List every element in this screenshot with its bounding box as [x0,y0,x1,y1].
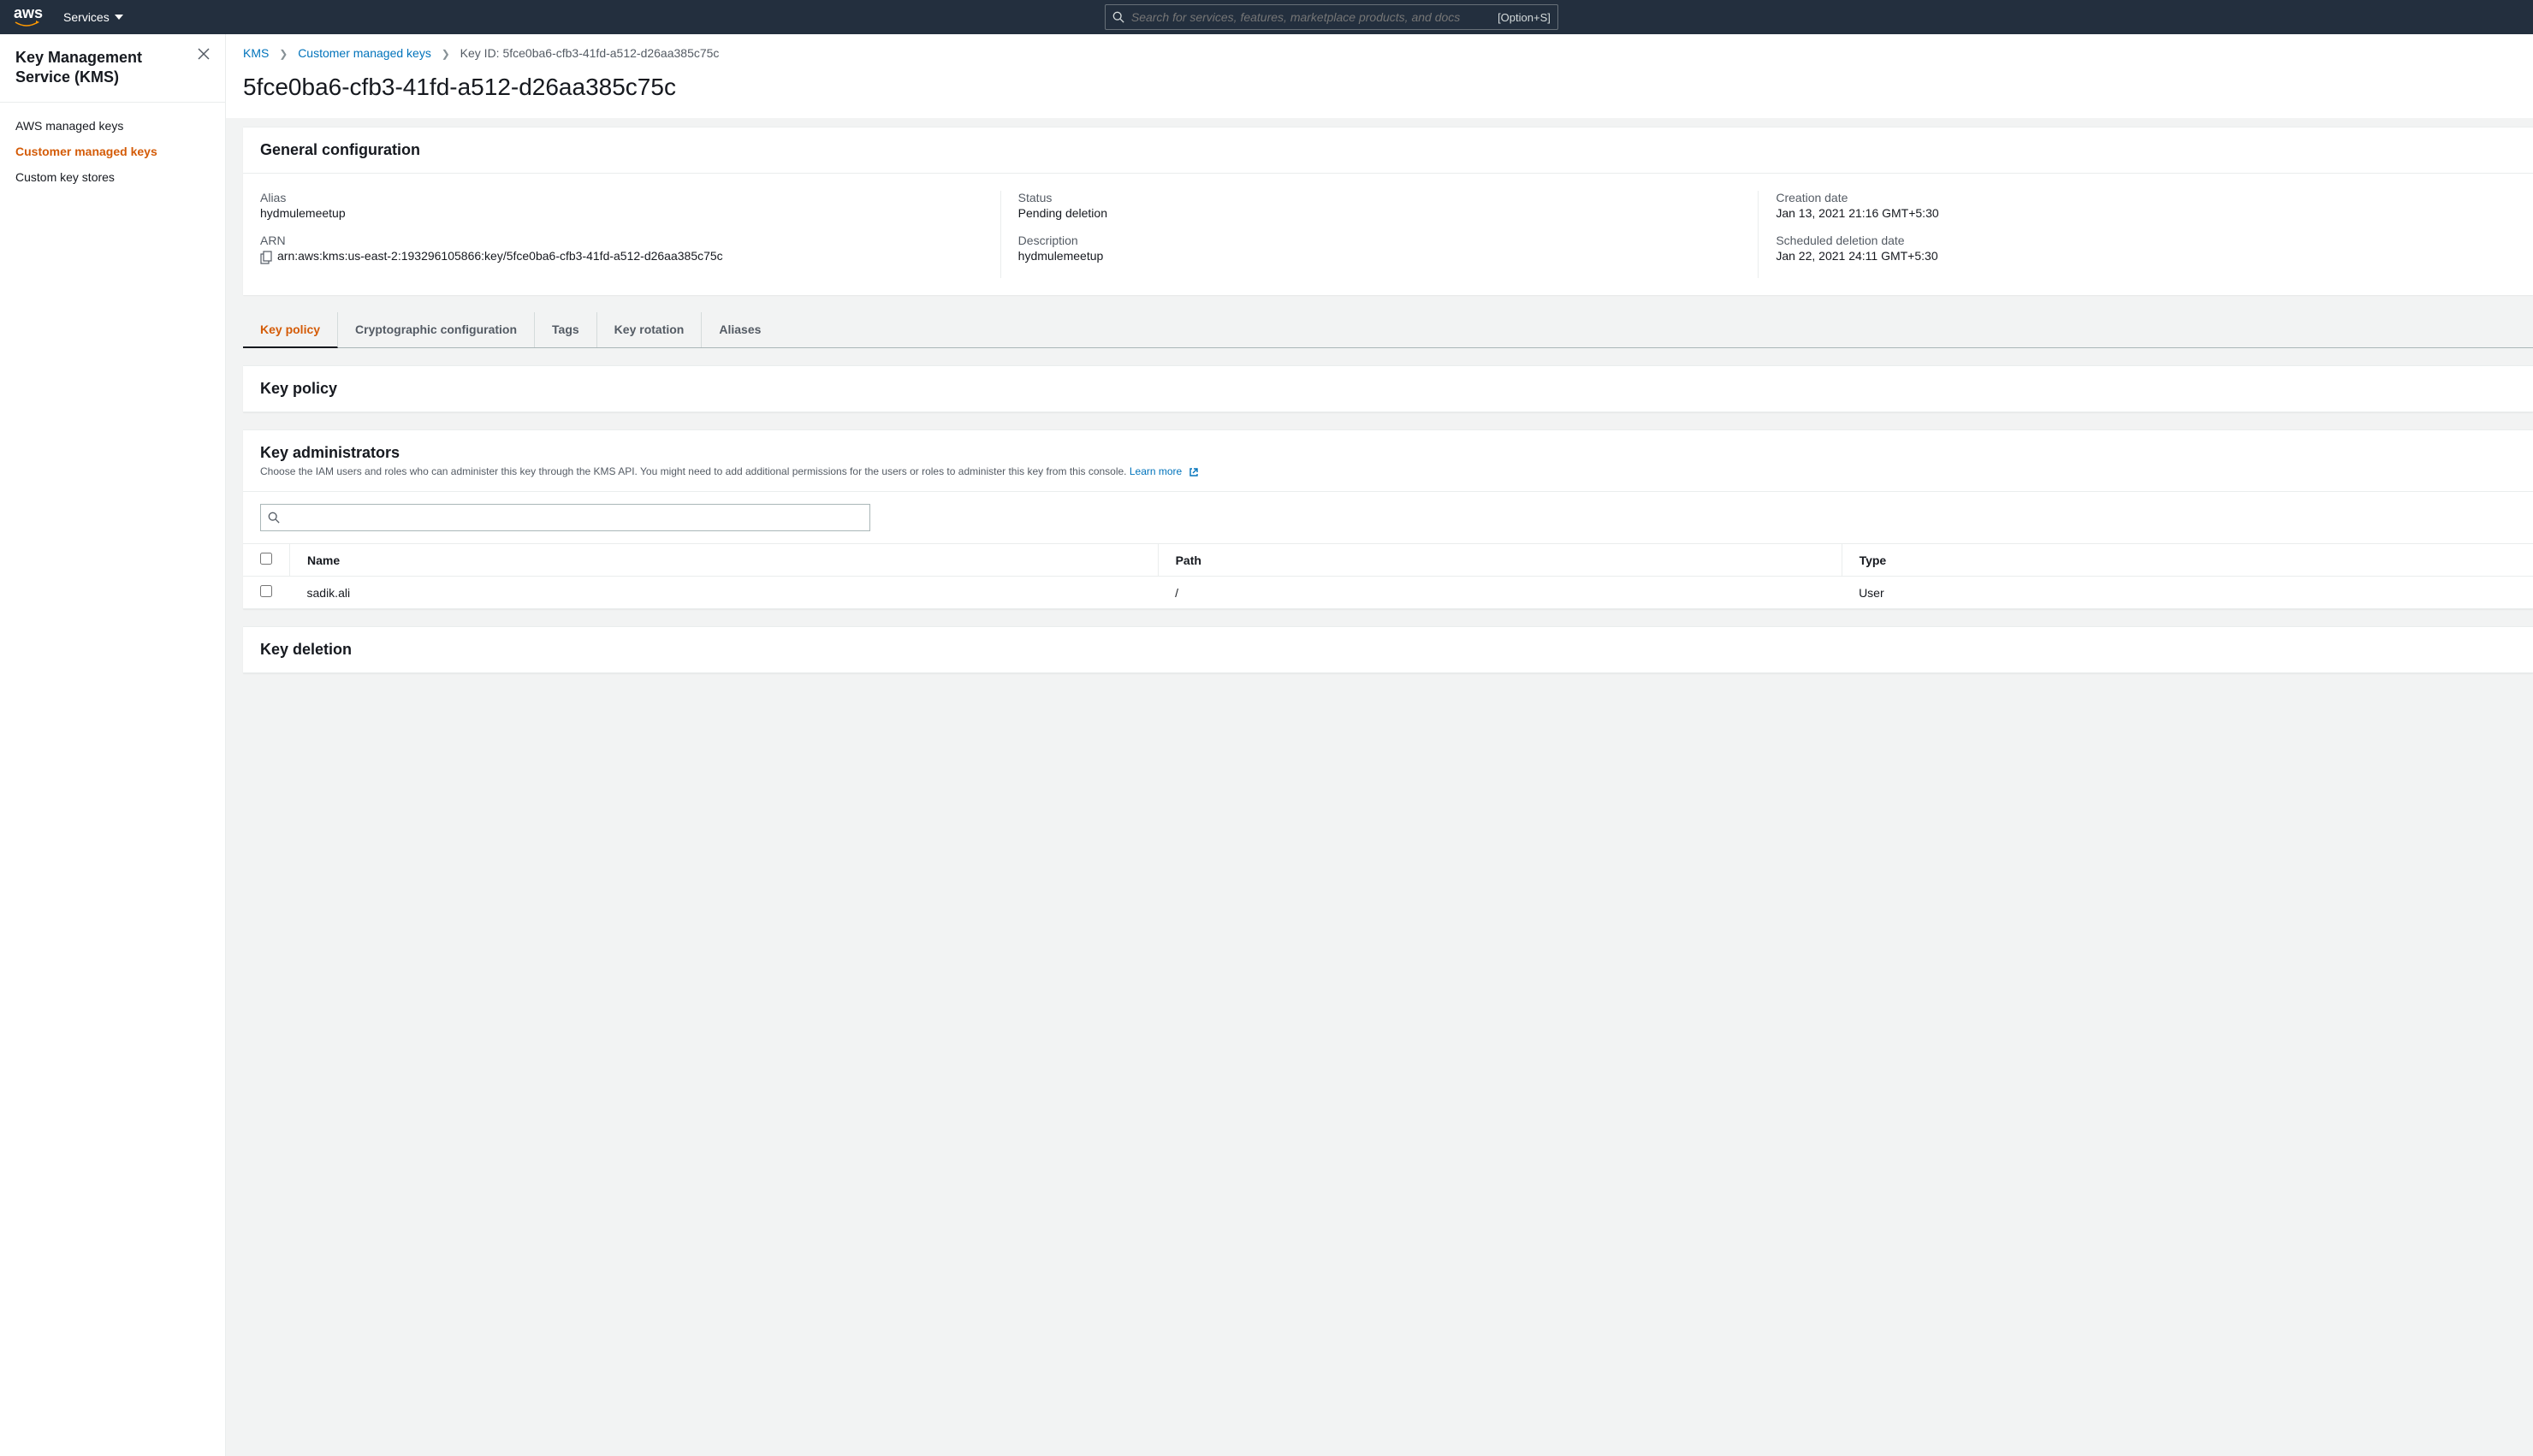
copy-icon [260,251,272,264]
aws-logo[interactable]: aws [14,5,43,29]
breadcrumb: KMS ❯ Customer managed keys ❯ Key ID: 5f… [226,34,2533,67]
global-search[interactable]: [Option+S] [1105,4,1558,30]
cell-path: / [1158,577,1842,609]
cell-type: User [1842,577,2533,609]
chevron-right-icon: ❯ [279,48,288,60]
row-checkbox[interactable] [260,585,272,597]
scheduled-deletion-label: Scheduled deletion date [1776,234,2499,247]
general-configuration-panel: General configuration Alias hydmulemeetu… [243,127,2533,295]
caret-down-icon [115,15,123,20]
search-icon [268,512,280,524]
sidebar-item-customer-managed-keys[interactable]: Customer managed keys [0,139,225,164]
description-value: hydmulemeetup [1018,249,1741,263]
sidebar-item-aws-managed-keys[interactable]: AWS managed keys [0,113,225,139]
top-nav: aws Services [Option+S] [0,0,2533,34]
general-configuration-heading: General configuration [260,141,2516,159]
tabs: Key policy Cryptographic configuration T… [243,312,2533,348]
arn-label: ARN [260,234,983,247]
copy-arn-button[interactable] [260,251,272,264]
sidebar: Key Management Service (KMS) AWS managed… [0,34,226,1456]
page-title: 5fce0ba6-cfb3-41fd-a512-d26aa385c75c [226,67,2533,118]
main-content: KMS ❯ Customer managed keys ❯ Key ID: 5f… [226,34,2533,1456]
tab-aliases[interactable]: Aliases [702,312,778,347]
key-administrators-heading: Key administrators [260,444,2516,462]
key-policy-heading: Key policy [260,380,2516,398]
key-administrators-subtitle: Choose the IAM users and roles who can a… [260,465,2516,477]
tab-tags[interactable]: Tags [535,312,597,347]
scheduled-deletion-value: Jan 22, 2021 24:11 GMT+5:30 [1776,249,2499,263]
search-input[interactable] [1131,10,1491,24]
key-policy-header: Key policy [243,366,2533,412]
col-name[interactable]: Name [290,544,1159,577]
learn-more-link[interactable]: Learn more [1130,465,1199,477]
services-label: Services [63,10,110,24]
breadcrumb-kms[interactable]: KMS [243,46,269,60]
key-administrators-table: Name Path Type sadik.ali / User [243,543,2533,609]
admin-filter[interactable] [260,504,870,531]
creation-date-value: Jan 13, 2021 21:16 GMT+5:30 [1776,206,2499,220]
description-label: Description [1018,234,1741,247]
col-type[interactable]: Type [1842,544,2533,577]
table-row: sadik.ali / User [243,577,2533,609]
tab-key-policy[interactable]: Key policy [243,312,338,348]
select-all-checkbox[interactable] [260,553,272,565]
services-menu[interactable]: Services [63,10,123,24]
general-configuration-header: General configuration [243,127,2533,174]
key-deletion-heading: Key deletion [260,641,2516,659]
key-deletion-header: Key deletion [243,627,2533,673]
key-policy-panel: Key policy [243,365,2533,412]
key-deletion-panel: Key deletion [243,626,2533,673]
close-icon [198,48,210,60]
search-wrap: [Option+S] [144,4,2519,30]
aws-logo-text: aws [14,5,43,21]
sidebar-close-button[interactable] [198,48,210,60]
key-administrators-panel: Key administrators Choose the IAM users … [243,429,2533,609]
sidebar-header: Key Management Service (KMS) [0,34,225,103]
status-value: Pending deletion [1018,206,1741,220]
tab-key-rotation[interactable]: Key rotation [597,312,703,347]
alias-value: hydmulemeetup [260,206,983,220]
status-label: Status [1018,191,1741,204]
sidebar-nav: AWS managed keys Customer managed keys C… [0,103,225,200]
creation-date-label: Creation date [1776,191,2499,204]
col-path[interactable]: Path [1158,544,1842,577]
search-shortcut-hint: [Option+S] [1498,11,1551,24]
cell-name: sadik.ali [290,577,1159,609]
key-administrators-header: Key administrators Choose the IAM users … [243,430,2533,492]
arn-value: arn:aws:kms:us-east-2:193296105866:key/5… [277,249,723,263]
breadcrumb-customer-managed-keys[interactable]: Customer managed keys [298,46,431,60]
chevron-right-icon: ❯ [442,48,450,60]
sidebar-item-custom-key-stores[interactable]: Custom key stores [0,164,225,190]
search-icon [1112,11,1124,23]
learn-more-label: Learn more [1130,465,1182,477]
breadcrumb-current: Key ID: 5fce0ba6-cfb3-41fd-a512-d26aa385… [460,46,720,60]
external-link-icon [1189,467,1199,477]
alias-label: Alias [260,191,983,204]
aws-swoosh-icon [14,21,39,29]
key-administrators-subtitle-text: Choose the IAM users and roles who can a… [260,465,1130,477]
tab-cryptographic-configuration[interactable]: Cryptographic configuration [338,312,535,347]
sidebar-title: Key Management Service (KMS) [15,48,198,88]
